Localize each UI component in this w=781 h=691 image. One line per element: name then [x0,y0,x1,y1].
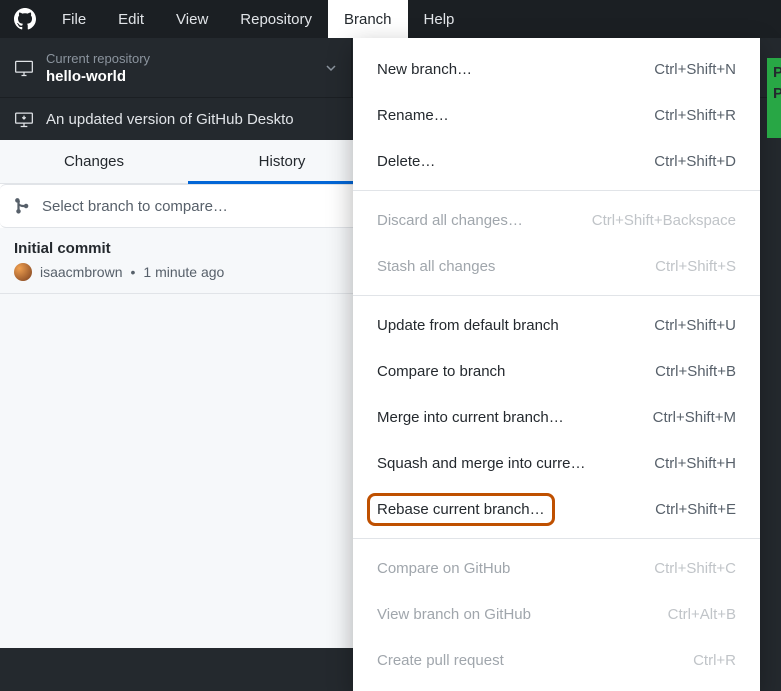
menu-item-shortcut: Ctrl+Alt+B [668,606,736,623]
menu-item-shortcut: Ctrl+Shift+D [654,153,736,170]
menu-item-rebase-current-branch[interactable]: Rebase current branch… Ctrl+Shift+E [353,486,760,532]
menu-help[interactable]: Help [408,0,471,38]
menu-item-label: Rebase current branch… [377,501,545,518]
menu-item-shortcut: Ctrl+Shift+Backspace [592,212,736,229]
desktop-download-icon [14,109,34,129]
menu-item-label: Update from default branch [377,317,559,334]
menu-item-shortcut: Ctrl+Shift+M [653,409,736,426]
menu-item-label: View branch on GitHub [377,606,531,623]
menu-item-label: Stash all changes [377,258,495,275]
menu-edit[interactable]: Edit [102,0,160,38]
menu-item-shortcut: Ctrl+Shift+B [655,363,736,380]
repo-name: hello-world [46,68,313,85]
menu-separator [353,295,760,296]
branch-compare-selector[interactable]: Select branch to compare… [0,184,376,228]
menu-separator [353,538,760,539]
menu-item-label: Compare to branch [377,363,505,380]
menu-item-shortcut: Ctrl+Shift+U [654,317,736,334]
menu-item-merge-into-current-branch[interactable]: Merge into current branch… Ctrl+Shift+M [353,394,760,440]
tabs: Changes History [0,140,376,184]
menu-item-shortcut: Ctrl+R [693,652,736,669]
menu-item-compare-on-github: Compare on GitHub Ctrl+Shift+C [353,545,760,591]
menu-item-create-pull-request: Create pull request Ctrl+R [353,637,760,683]
menu-item-label: Rename… [377,107,449,124]
menubar: File Edit View Repository Branch Help [0,0,781,38]
menu-item-stash-all-changes: Stash all changes Ctrl+Shift+S [353,243,760,289]
menu-separator [353,190,760,191]
commit-meta: isaacmbrown • 1 minute ago [14,263,362,281]
menu-item-shortcut: Ctrl+Shift+S [655,258,736,275]
menu-item-label: Merge into current branch… [377,409,564,426]
menu-item-update-from-default-branch[interactable]: Update from default branch Ctrl+Shift+U [353,302,760,348]
commit-author: isaacmbrown [40,264,122,280]
menu-item-shortcut: Ctrl+Shift+H [654,455,736,472]
github-logo-icon [14,8,36,30]
repo-labels: Current repository hello-world [46,51,313,85]
commit-title: Initial commit [14,240,362,257]
branch-dropdown: New branch… Ctrl+Shift+N Rename… Ctrl+Shift… [353,38,760,691]
monitor-icon [14,58,34,78]
tab-history[interactable]: History [188,140,376,183]
menu-item-rename[interactable]: Rename… Ctrl+Shift+R [353,92,760,138]
menu-item-label: Create pull request [377,652,504,669]
menu-item-label: New branch… [377,61,472,78]
chevron-down-icon [325,62,337,74]
menu-item-label: Squash and merge into curre… [377,455,585,472]
menu-item-shortcut: Ctrl+Shift+E [655,501,736,518]
menu-item-view-branch-on-github: View branch on GitHub Ctrl+Alt+B [353,591,760,637]
right-edge-green: P P [767,58,781,138]
left-panel: Changes History Select branch to compare… [0,140,376,648]
commit-list: Initial commit isaacmbrown • 1 minute ag… [0,228,376,648]
branch-compare-label: Select branch to compare… [42,198,228,215]
menu-item-compare-to-branch[interactable]: Compare to branch Ctrl+Shift+B [353,348,760,394]
git-branch-icon [14,197,32,215]
menu-item-shortcut: Ctrl+Shift+R [654,107,736,124]
menu-item-new-branch[interactable]: New branch… Ctrl+Shift+N [353,46,760,92]
menu-item-label: Discard all changes… [377,212,523,229]
menu-item-shortcut: Ctrl+Shift+C [654,560,736,577]
menu-branch[interactable]: Branch [328,0,408,38]
menu-repository[interactable]: Repository [224,0,328,38]
commit-time: 1 minute ago [143,264,224,280]
menu-item-discard-all-changes: Discard all changes… Ctrl+Shift+Backspace [353,197,760,243]
menu-item-delete[interactable]: Delete… Ctrl+Shift+D [353,138,760,184]
repo-label: Current repository [46,51,313,66]
repo-selector[interactable]: Current repository hello-world [0,38,352,97]
menu-item-label: Delete… [377,153,435,170]
commit-item[interactable]: Initial commit isaacmbrown • 1 minute ag… [0,228,376,294]
menu-file[interactable]: File [46,0,102,38]
tab-changes[interactable]: Changes [0,140,188,183]
avatar [14,263,32,281]
menu-item-shortcut: Ctrl+Shift+N [654,61,736,78]
menu-view[interactable]: View [160,0,224,38]
menu-item-label: Compare on GitHub [377,560,510,577]
update-text: An updated version of GitHub Deskto [46,111,294,128]
menu-item-squash-and-merge-into-curre[interactable]: Squash and merge into curre… Ctrl+Shift+H [353,440,760,486]
